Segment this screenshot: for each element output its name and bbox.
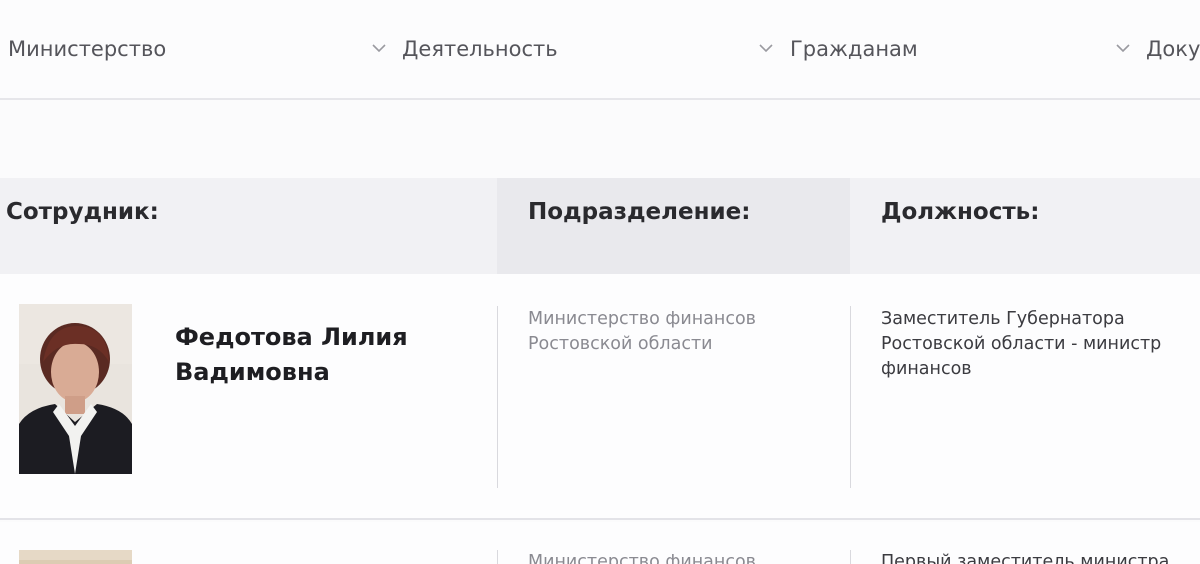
column-header-position: Должность: <box>881 199 1040 225</box>
chevron-down-icon[interactable] <box>371 40 387 56</box>
employee-photo[interactable] <box>19 304 132 474</box>
position-line: Ростовской области - министр <box>881 334 1162 354</box>
chevron-down-icon[interactable] <box>758 40 774 56</box>
department-cell: Министерство финансов Ростовской области <box>528 307 756 357</box>
department-cell: Министерство финансов <box>528 552 756 564</box>
column-header-department: Подразделение: <box>528 199 751 225</box>
employee-photo[interactable] <box>19 550 132 564</box>
column-divider <box>850 306 851 488</box>
nav-item-activity[interactable]: Деятельность <box>402 34 558 64</box>
position-line: финансов <box>881 359 972 379</box>
table-row: Министерство финансов Первый заместитель… <box>0 522 1200 564</box>
chevron-down-icon[interactable] <box>1115 40 1131 56</box>
table-row: Федотова Лилия Вадимовна Министерство фи… <box>0 274 1200 520</box>
position-cell: Заместитель Губернатора Ростовской облас… <box>881 307 1161 382</box>
nav-item-citizens[interactable]: Гражданам <box>790 34 918 64</box>
employee-name-line: Федотова Лилия <box>175 323 408 351</box>
position-line: Заместитель Губернатора <box>881 309 1125 329</box>
position-cell: Первый заместитель министра <box>881 552 1170 564</box>
employee-name-line: Вадимовна <box>175 358 330 386</box>
department-line: Ростовской области <box>528 334 713 354</box>
nav-item-documents[interactable]: Доку <box>1146 34 1200 64</box>
department-line: Министерство финансов <box>528 309 756 329</box>
top-navigation: Министерство Деятельность Гражданам Доку <box>0 0 1200 100</box>
employee-name[interactable]: Федотова Лилия Вадимовна <box>175 320 475 390</box>
column-header-employee: Сотрудник: <box>6 199 159 225</box>
nav-item-ministry[interactable]: Министерство <box>8 34 166 64</box>
column-divider <box>850 550 851 564</box>
column-divider <box>497 306 498 488</box>
column-divider <box>497 550 498 564</box>
